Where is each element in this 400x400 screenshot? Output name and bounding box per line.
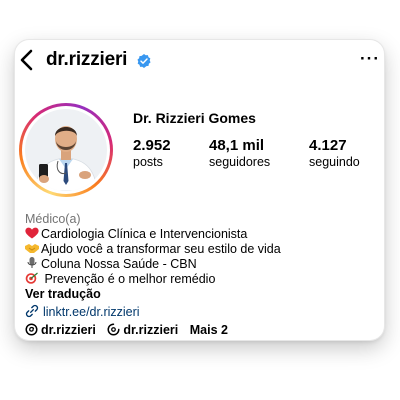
- following-stat[interactable]: 4.127 seguindo: [309, 137, 360, 169]
- more-links-button[interactable]: Mais 2: [190, 323, 228, 337]
- story-ring[interactable]: [19, 103, 113, 197]
- bio-website-link[interactable]: linktr.ee/dr.rizzieri: [25, 304, 380, 320]
- following-label: seguindo: [309, 155, 360, 169]
- followers-label: seguidores: [209, 155, 271, 169]
- username-title: dr.rizzieri: [46, 49, 128, 70]
- posts-count: 2.952: [133, 137, 171, 154]
- red-heart-emoji: [25, 227, 39, 239]
- translate-link[interactable]: Ver tradução: [25, 287, 380, 302]
- threads-profile-chip[interactable]: dr.rizzieri: [25, 323, 96, 337]
- following-count: 4.127: [309, 137, 347, 154]
- handshake-emoji: [25, 244, 39, 253]
- profile-header: dr.rizzieri ···: [15, 40, 384, 78]
- bio-line: Ajudo você a transformar seu estilo de v…: [25, 242, 380, 257]
- followers-count: 48,1 mil: [209, 137, 265, 154]
- bio-line: Prevenção é o melhor remédio: [25, 272, 380, 287]
- profile-category: Médico(a): [25, 212, 81, 226]
- microphone-emoji: [27, 257, 37, 268]
- link-icon: [25, 304, 39, 318]
- threads-icon: [25, 323, 38, 336]
- more-options-button[interactable]: ···: [360, 49, 380, 69]
- posts-label: posts: [133, 155, 163, 169]
- profile-photo-avatar: [25, 109, 107, 191]
- bio-line: Coluna Nossa Saúde - CBN: [25, 257, 380, 272]
- chevron-left-icon[interactable]: [18, 49, 36, 71]
- secondary-profile-chip[interactable]: dr.rizzieri: [107, 323, 178, 337]
- verified-badge-icon: [137, 54, 151, 68]
- profile-bio: Médico(a) Cardiologia Clínica e Interven…: [25, 212, 380, 320]
- followers-stat[interactable]: 48,1 mil seguidores: [209, 137, 270, 169]
- posts-stat[interactable]: 2.952 posts: [133, 137, 171, 169]
- avatar: [25, 109, 107, 191]
- threads-handle-icon: [107, 323, 120, 336]
- website-url: linktr.ee/dr.rizzieri: [43, 305, 140, 319]
- linked-accounts-row: dr.rizzieri dr.rizzieri Mais 2: [25, 323, 236, 337]
- display-name: Dr. Rizzieri Gomes: [133, 110, 256, 126]
- bio-line: Cardiologia Clínica e Intervencionista: [25, 227, 380, 242]
- target-emoji: [25, 272, 38, 284]
- profile-card: dr.rizzieri ··· Dr. Rizzieri Gomes 2.952…: [15, 40, 384, 340]
